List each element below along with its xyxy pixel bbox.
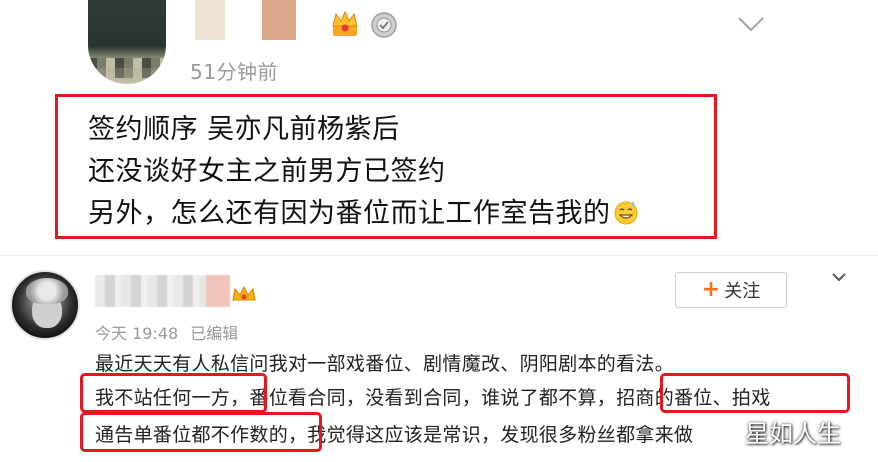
blurred-username-part bbox=[195, 0, 225, 40]
highlight-frame bbox=[80, 412, 322, 452]
comment-line: 另外，怎么还有因为番位而让工作室告我的 bbox=[88, 191, 639, 230]
post-time: 今天 19:48 bbox=[95, 324, 179, 343]
chevron-down-icon[interactable] bbox=[830, 270, 848, 284]
vip-crown-icon bbox=[232, 286, 256, 301]
follow-label: 关注 bbox=[724, 281, 761, 302]
blurred-username-part bbox=[262, 0, 296, 40]
comment-timestamp: 51分钟前 bbox=[190, 60, 278, 84]
comment-line: 还没谈好女主之前男方已签约 bbox=[88, 156, 446, 187]
watermark: 星如人生 bbox=[745, 420, 841, 448]
crown-icon bbox=[332, 10, 358, 36]
highlight-frame bbox=[660, 373, 850, 413]
plus-icon: + bbox=[701, 277, 721, 302]
divider bbox=[0, 255, 878, 256]
highlight-frame bbox=[80, 373, 267, 413]
author-avatar[interactable] bbox=[10, 270, 80, 340]
post-body-line: 最近天天有人私信问我对一部戏番位、剧情魔改、阴阳剧本的看法。 bbox=[95, 353, 675, 375]
blurred-username[interactable] bbox=[95, 275, 230, 307]
comment-line: 签约顺序 吴亦凡前杨紫后 bbox=[88, 114, 400, 145]
edited-label: 已编辑 bbox=[190, 324, 239, 343]
commenter-avatar[interactable] bbox=[88, 0, 166, 84]
chevron-down-icon[interactable] bbox=[736, 14, 766, 34]
medal-icon bbox=[371, 12, 397, 38]
post-meta: 今天 19:48 已编辑 bbox=[95, 320, 238, 344]
follow-button[interactable]: + 关注 bbox=[675, 272, 787, 308]
highlighted-comment: 签约顺序 吴亦凡前杨紫后 还没谈好女主之前男方已签约 另外，怎么还有因为番位而让… bbox=[55, 94, 717, 239]
sweat-smile-emoji-icon bbox=[614, 201, 637, 225]
